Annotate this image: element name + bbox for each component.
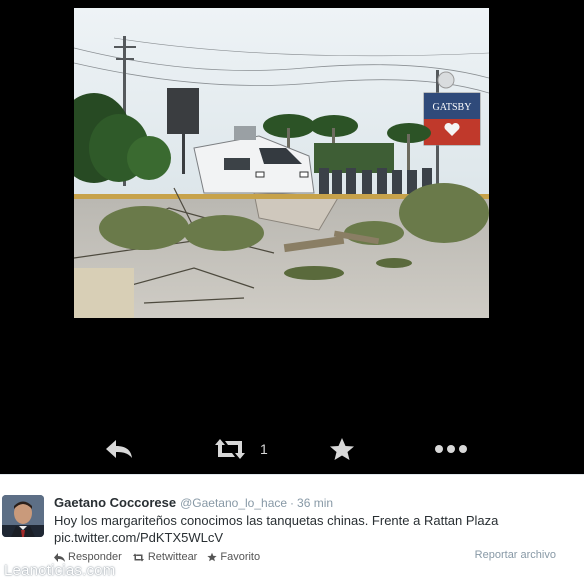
star-icon — [330, 438, 354, 460]
more-button[interactable] — [434, 430, 468, 468]
author-name[interactable]: Gaetano Coccorese — [54, 495, 176, 510]
tweet-timestamp[interactable]: 36 min — [297, 496, 333, 510]
retweet-icon — [132, 553, 144, 561]
reply-icon — [54, 552, 65, 562]
media-link[interactable]: pic.twitter.com/PdKTX5WLcV — [54, 529, 524, 546]
reply-button[interactable] — [104, 430, 134, 468]
report-media-link[interactable]: Reportar archivo — [475, 549, 556, 561]
screen-name[interactable]: @Gaetano_lo_hace — [180, 496, 287, 510]
favorite-link[interactable]: Favorito — [207, 551, 260, 563]
site-watermark: Leanoticias.com — [4, 562, 116, 579]
avatar[interactable] — [2, 495, 44, 537]
tweet-photo[interactable]: GATSBY — [74, 8, 489, 318]
retweet-count: 1 — [260, 441, 268, 457]
favorite-button[interactable] — [329, 430, 355, 468]
street-scene-image: GATSBY — [74, 8, 489, 318]
media-viewer: GATSBY 1 — [0, 0, 584, 474]
tweet-header: Gaetano Coccorese @Gaetano_lo_hace · 36 min — [54, 495, 333, 510]
retweet-button[interactable]: 1 — [212, 430, 268, 468]
avatar-image — [2, 495, 44, 537]
billboard-text: GATSBY — [433, 102, 472, 113]
media-action-bar: 1 — [0, 430, 584, 468]
retweet-icon — [215, 439, 245, 459]
star-icon — [207, 552, 217, 562]
retweet-label: Retwittear — [147, 551, 198, 563]
retweet-link[interactable]: Retwittear — [132, 551, 198, 563]
ellipsis-icon — [435, 445, 467, 453]
separator-dot: · — [290, 496, 295, 510]
tweet-text: Hoy los margariteños conocimos las tanqu… — [54, 512, 524, 546]
tweet-body: Hoy los margariteños conocimos las tanqu… — [54, 513, 499, 528]
reply-icon — [106, 440, 132, 458]
favorite-label: Favorito — [220, 551, 261, 563]
